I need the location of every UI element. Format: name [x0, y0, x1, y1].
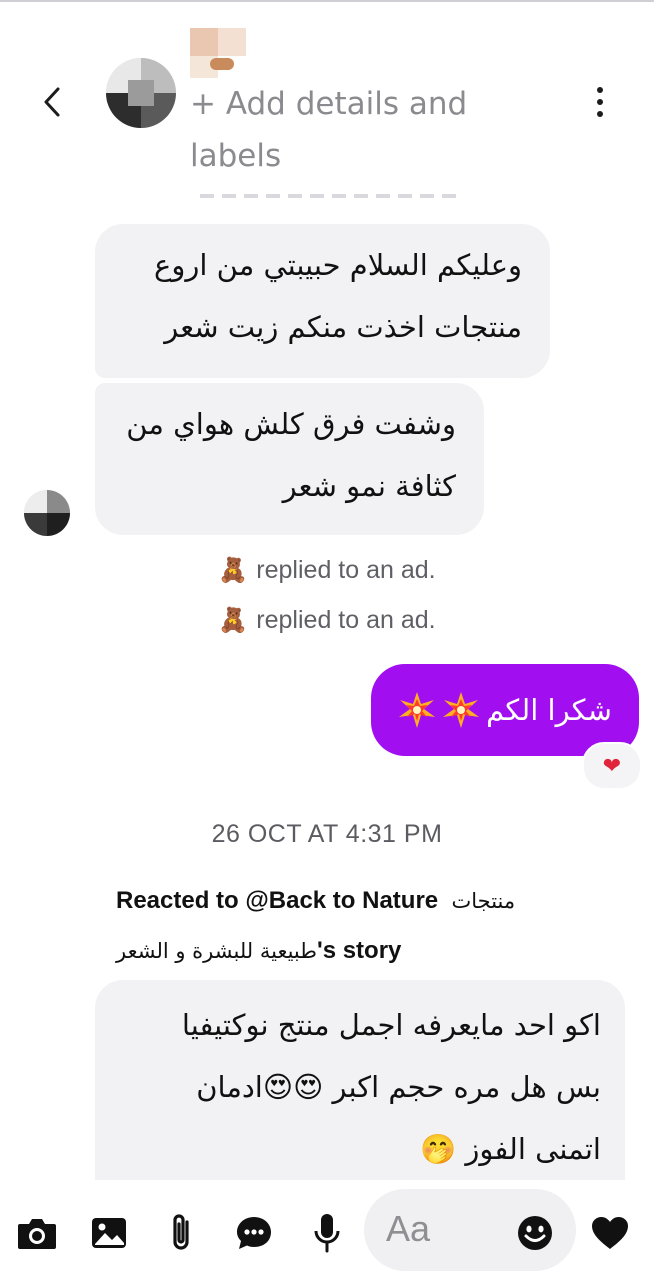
message-line: اتمنى الفوز 🤭 [420, 1132, 601, 1166]
message-line: اكو احد مايعرفه اجمل منتج نوكتيفيا [181, 1008, 601, 1042]
message-text: شكرا الكم [486, 693, 612, 727]
camera-icon [18, 1219, 56, 1249]
sender-avatar[interactable] [24, 490, 70, 536]
heart-icon: ❤ [602, 753, 622, 779]
smiley-icon [518, 1216, 552, 1250]
message-input-placeholder: Aa [386, 1208, 431, 1249]
system-note: 🧸 replied to an ad. [0, 606, 654, 635]
paperclip-icon [173, 1214, 189, 1250]
more-vertical-icon [597, 87, 603, 93]
chat-button[interactable] [229, 1208, 279, 1258]
incoming-message[interactable]: وشفت فرق كلش هواي من كثافة نمو شعر [95, 383, 484, 535]
page-name-part-2: طبيعية للبشرة و الشعر [116, 939, 317, 963]
heart-icon [592, 1217, 628, 1249]
microphone-icon [314, 1214, 340, 1253]
teddy-bear-icon: 🧸 [218, 607, 249, 634]
story-reaction-note: Reacted to @Back to Nature منتجات طبيعية… [116, 876, 586, 976]
incoming-message[interactable]: اكو احد مايعرفه اجمل منتج نوكتيفيا بس هل… [95, 980, 625, 1180]
like-button[interactable] [585, 1208, 635, 1258]
back-button[interactable] [30, 80, 74, 124]
message-timestamp: 26 OCT AT 4:31 PM [211, 820, 443, 848]
system-note: 🧸 replied to an ad. [0, 556, 654, 585]
more-options-button[interactable] [582, 80, 618, 124]
collision-icon [442, 691, 480, 729]
voice-button[interactable] [302, 1208, 352, 1258]
reacted-suffix: 's story [316, 937, 402, 964]
chevron-left-icon [44, 87, 60, 117]
image-icon [92, 1218, 126, 1248]
collision-icon [398, 691, 436, 729]
heart-reaction[interactable]: ❤ [582, 742, 642, 790]
camera-button[interactable] [12, 1208, 62, 1258]
emoji-button[interactable] [510, 1208, 560, 1258]
teddy-bear-icon: 🧸 [218, 557, 249, 584]
add-details-link[interactable]: + Add details and labels [190, 78, 530, 182]
system-note-text: replied to an ad. [256, 606, 436, 634]
message-text: وشفت فرق كلش هواي من كثافة نمو شعر [126, 407, 456, 503]
hidden-timestamp [200, 192, 460, 200]
chat-bubble-icon [237, 1217, 271, 1249]
reacted-prefix: Reacted to @Back to Nature [116, 887, 439, 914]
message-text: وعليكم السلام حبيبتي من اروع منتجات اخذت… [154, 248, 522, 344]
system-note-text: replied to an ad. [256, 556, 436, 584]
avatar [106, 58, 176, 128]
incoming-message[interactable]: وعليكم السلام حبيبتي من اروع منتجات اخذت… [95, 224, 550, 378]
attach-button[interactable] [156, 1208, 206, 1258]
gallery-button[interactable] [84, 1208, 134, 1258]
chat-header: + Add details and labels [0, 2, 654, 192]
page-name-part-1: منتجات [451, 889, 516, 913]
message-line: بس هل مره حجم اكبر 😍😍ادمان [196, 1070, 601, 1104]
